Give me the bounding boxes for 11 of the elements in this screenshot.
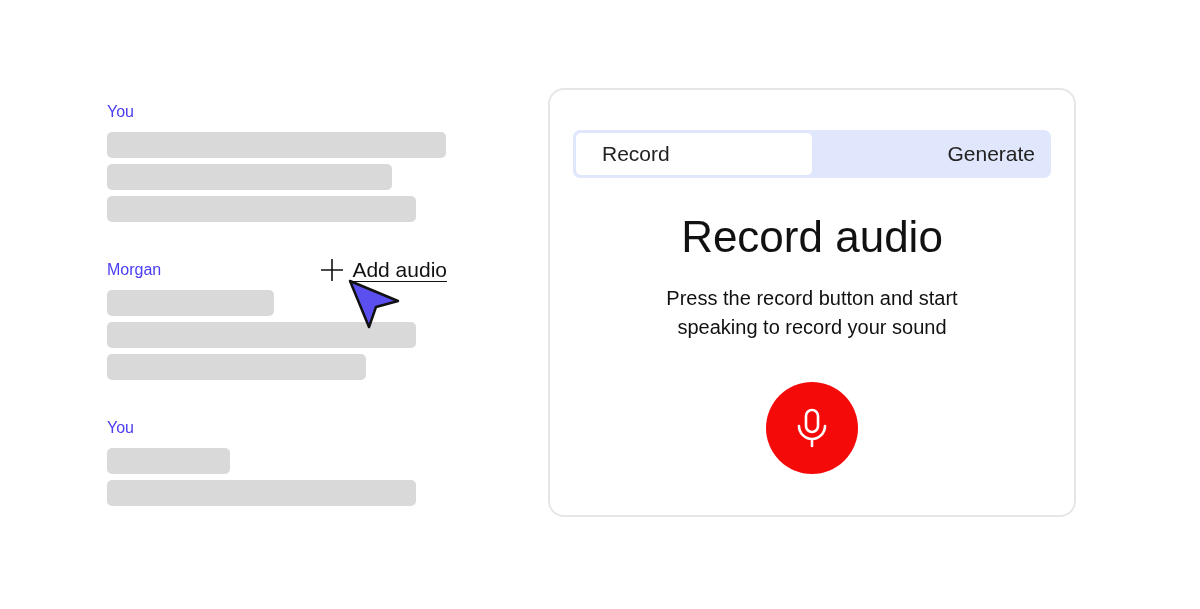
speaker-name: You	[107, 103, 134, 121]
cursor-icon	[348, 279, 400, 329]
panel-description: Press the record button and start speaking to record your sound	[665, 286, 959, 340]
plus-icon	[320, 258, 345, 282]
microphone-icon	[795, 408, 829, 448]
speaker-name: You	[107, 419, 134, 437]
tab[interactable]: Generate	[812, 133, 1048, 175]
speaker-name: Morgan	[107, 261, 162, 279]
panel-title: Record audio	[681, 212, 943, 262]
add-audio-link[interactable]: Add audio	[320, 257, 447, 283]
tab[interactable]: Record	[576, 133, 812, 175]
